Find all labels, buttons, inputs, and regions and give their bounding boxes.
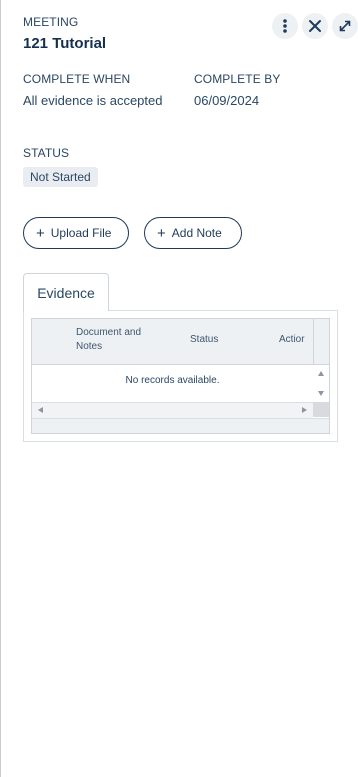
more-options-button[interactable]: [272, 13, 298, 39]
add-note-button[interactable]: + Add Note: [144, 217, 242, 249]
add-note-label: Add Note: [171, 226, 222, 240]
page-title: 121 Tutorial: [23, 35, 107, 52]
status-badge: Not Started: [23, 167, 98, 187]
grid-footer: [32, 418, 329, 433]
grid-header: Document and Notes Status Actior: [32, 319, 313, 365]
vertical-scrollbar[interactable]: [313, 365, 329, 401]
column-header-document-line1: Document and: [76, 327, 142, 338]
upload-file-button[interactable]: + Upload File: [23, 217, 129, 249]
complete-by-label: COMPLETE BY: [194, 72, 281, 86]
grid-header-scroll-spacer: [313, 319, 329, 365]
close-button[interactable]: [302, 13, 328, 39]
panel-left-border: [0, 0, 1, 777]
scroll-left-icon[interactable]: [38, 407, 43, 413]
scroll-up-icon[interactable]: [318, 371, 324, 376]
plus-icon: +: [36, 224, 45, 242]
complete-when-value: All evidence is accepted: [23, 93, 163, 108]
column-header-actions[interactable]: Actior: [279, 333, 305, 347]
status-label: STATUS: [23, 146, 70, 160]
task-detail-panel: MEETING 121 Tutorial COMPLETE WHEN All e…: [0, 0, 358, 777]
evidence-grid: Document and Notes Status Actior No reco…: [31, 318, 330, 434]
complete-when-label: COMPLETE WHEN: [23, 72, 131, 86]
more-vertical-icon: [283, 19, 287, 33]
horizontal-scrollbar[interactable]: [32, 402, 313, 418]
column-header-document[interactable]: Document and Notes: [76, 326, 141, 354]
expand-icon: [339, 20, 351, 32]
complete-by-value: 06/09/2024: [194, 93, 260, 108]
tab-evidence[interactable]: Evidence: [23, 273, 109, 311]
expand-button[interactable]: [332, 13, 358, 39]
scroll-right-icon[interactable]: [302, 407, 307, 413]
column-header-document-line2: Notes: [76, 341, 103, 352]
scroll-down-icon[interactable]: [318, 391, 324, 396]
plus-icon: +: [157, 224, 166, 242]
close-icon: [309, 20, 321, 32]
panel-eyebrow: MEETING: [23, 15, 79, 29]
scrollbar-corner: [313, 402, 329, 417]
empty-message: No records available.: [125, 375, 220, 386]
column-header-status[interactable]: Status: [190, 333, 218, 347]
header-actions: [272, 13, 358, 39]
upload-file-label: Upload File: [50, 226, 112, 240]
